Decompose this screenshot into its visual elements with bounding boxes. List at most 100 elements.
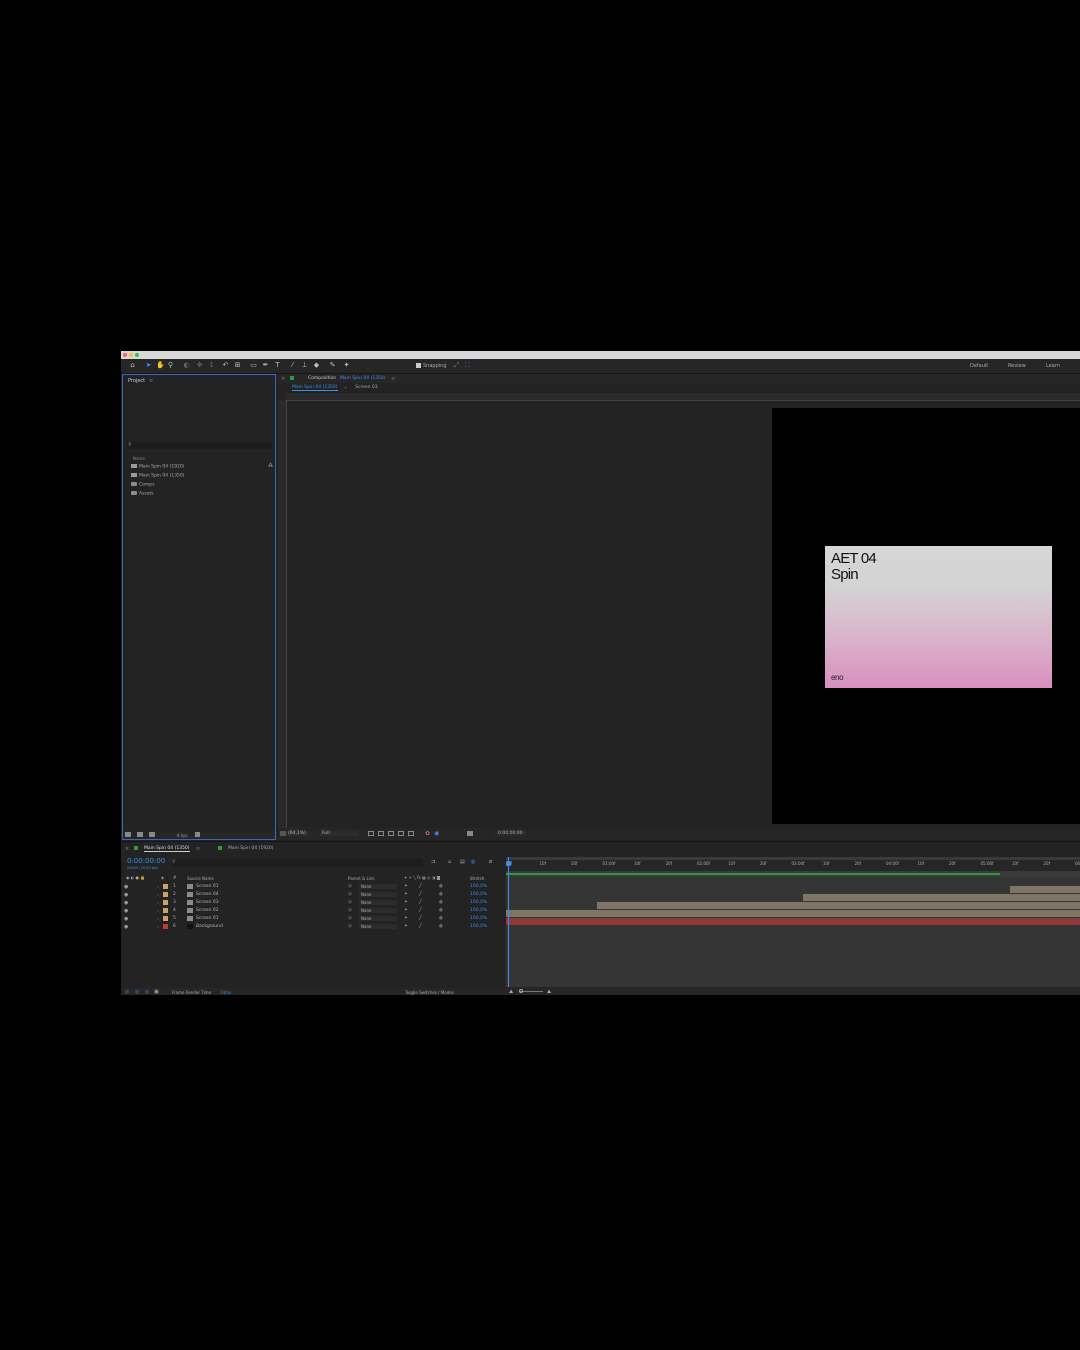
layer-row[interactable]: ◉ › 1 Screen 01 ◎ None ✦ ╱ ◍ 100,0% <box>121 883 506 891</box>
parent-dropdown[interactable]: None <box>359 924 397 929</box>
close-panel-icon[interactable]: × <box>125 846 129 852</box>
workspace-learn[interactable]: Learn <box>1046 363 1060 369</box>
trash-icon[interactable] <box>195 832 200 837</box>
toggle-switches-modes-button[interactable]: Toggle Switches / Modes <box>405 990 454 995</box>
zoom-slider-handle[interactable] <box>519 989 523 993</box>
new-composition-icon[interactable] <box>149 832 155 837</box>
tab-screen-03[interactable]: Screen 03 <box>355 385 378 390</box>
visibility-eye-icon[interactable]: ◉ <box>124 908 128 914</box>
rotate-tool-icon[interactable]: ↶ <box>222 362 229 369</box>
quality-switch-icon[interactable]: ╱ <box>419 916 422 921</box>
pick-whip-icon[interactable]: ◎ <box>348 884 352 889</box>
work-area-bar[interactable] <box>506 873 1000 875</box>
parent-dropdown[interactable]: None <box>359 908 397 913</box>
resolution-dropdown[interactable]: Full <box>320 831 358 836</box>
label-color-swatch[interactable] <box>163 916 168 921</box>
parent-link-header[interactable]: Parent & Link <box>348 876 375 881</box>
motion-blur-switch-icon[interactable]: ◍ <box>439 900 443 905</box>
stretch-value[interactable]: 100,0% <box>470 924 487 929</box>
visibility-eye-icon[interactable]: ◉ <box>124 924 128 930</box>
layer-name[interactable]: Screen 03 <box>196 900 219 905</box>
horizontal-ruler[interactable] <box>286 393 1080 401</box>
workspace-review[interactable]: Review <box>1008 363 1026 369</box>
pen-tool-icon[interactable]: ✒ <box>262 362 269 369</box>
quality-switch-icon[interactable]: ╱ <box>419 884 422 889</box>
timeline-tab-main-spin-1350[interactable]: Main Spin 04 (1350) <box>144 846 190 852</box>
expand-layer-icon[interactable]: › <box>157 916 159 921</box>
source-name-header[interactable]: Source Name <box>187 876 214 881</box>
stretch-header[interactable]: Stretch <box>470 876 484 881</box>
composition-name[interactable]: Main Spin 04 (1350) <box>340 376 386 381</box>
zoom-in-icon[interactable]: ⛰ <box>547 989 551 995</box>
project-folder-assets[interactable]: Assets <box>131 491 154 497</box>
magnification-dropdown[interactable]: (64,1%) <box>286 831 308 836</box>
playhead[interactable] <box>508 857 509 987</box>
pick-whip-icon[interactable]: ◎ <box>348 924 352 929</box>
stretch-value[interactable]: 100,0% <box>470 892 487 897</box>
visibility-eye-icon[interactable]: ◉ <box>124 892 128 898</box>
quality-switch-icon[interactable]: ╱ <box>419 892 422 897</box>
channel-icon[interactable] <box>408 831 414 836</box>
guides-icon[interactable] <box>398 831 404 836</box>
in-out-toggle-icon[interactable]: ◎ <box>145 989 149 995</box>
pick-whip-icon[interactable]: ◎ <box>348 900 352 905</box>
layer-bar[interactable] <box>506 910 1080 917</box>
composition-canvas[interactable]: AET 04 Spin eno <box>772 408 1080 824</box>
transfer-controls-toggle-icon[interactable]: ◎ <box>135 989 139 995</box>
transparency-grid-icon[interactable] <box>378 831 384 836</box>
vertical-ruler[interactable] <box>278 400 287 828</box>
viewer-timecode[interactable]: 0:00:00:00 <box>495 831 526 836</box>
expand-layer-icon[interactable]: › <box>157 908 159 913</box>
snapping-checkbox[interactable] <box>416 363 421 368</box>
workspace-default[interactable]: Default <box>970 363 988 369</box>
stretch-value[interactable]: 100,0% <box>470 884 487 889</box>
mask-visibility-icon[interactable] <box>388 831 394 836</box>
parent-dropdown[interactable]: None <box>359 900 397 905</box>
type-tool-icon[interactable]: T <box>274 362 281 369</box>
layer-bar[interactable] <box>1010 886 1080 893</box>
draft-3d-icon[interactable]: ⌂ <box>448 859 451 865</box>
parent-dropdown[interactable]: None <box>359 892 397 897</box>
motion-blur-switch-icon[interactable]: ◍ <box>439 916 443 921</box>
expand-layer-icon[interactable]: › <box>157 892 159 897</box>
timeline-tab-main-spin-1920[interactable]: Main Spin 04 (1920) <box>228 846 274 851</box>
new-folder-icon[interactable] <box>137 832 143 837</box>
layer-row[interactable]: ◉ › 4 Screen 02 ◎ None ✦ ╱ ◍ 100,0% <box>121 907 506 915</box>
pan-tool-icon[interactable]: ✥ <box>196 362 203 369</box>
background-layer-bar[interactable] <box>506 918 1080 925</box>
hand-tool-icon[interactable]: ✋ <box>156 362 165 369</box>
label-column-icon[interactable]: ◈ <box>161 875 164 880</box>
pick-whip-icon[interactable]: ◎ <box>348 916 352 921</box>
project-item[interactable]: Main Spin 04 (1350) <box>131 473 185 479</box>
layer-row[interactable]: ◉ › 2 Screen 04 ◎ None ✦ ╱ ◍ 100,0% <box>121 891 506 899</box>
shy-switch-icon[interactable]: ✦ <box>404 924 408 929</box>
tab-main-spin[interactable]: Main Spin 04 (1350) <box>292 385 338 391</box>
exposure-icon[interactable]: ◉ <box>434 830 439 837</box>
home-icon[interactable]: ⌂ <box>129 362 136 369</box>
pick-whip-icon[interactable]: ◎ <box>348 892 352 897</box>
layer-row[interactable]: ◉ › 5 Screen 01 ◎ None ✦ ╱ ◍ 100,0% <box>121 915 506 923</box>
panel-menu-icon[interactable]: ≡ <box>196 846 200 852</box>
parent-dropdown[interactable]: None <box>359 916 397 921</box>
comp-mini-flowchart-icon[interactable]: ⇉ <box>431 859 435 865</box>
timeline-zoom-slider[interactable] <box>519 989 543 993</box>
current-time-display[interactable]: 0:00:00:00 <box>127 857 165 865</box>
project-panel-title[interactable]: Project <box>128 378 145 384</box>
label-color-swatch[interactable] <box>163 892 168 897</box>
parent-dropdown[interactable]: None <box>359 884 397 889</box>
zoom-out-icon[interactable]: ⛰ <box>509 989 513 995</box>
anchor-point-tool-icon[interactable]: ⊞ <box>234 362 241 369</box>
quality-switch-icon[interactable]: ╱ <box>419 900 422 905</box>
project-search-input[interactable]: ⚲ <box>127 442 272 449</box>
expand-layer-icon[interactable]: › <box>157 900 159 905</box>
snapshot-camera-icon[interactable] <box>467 831 473 836</box>
project-folder-comps[interactable]: Comps <box>131 482 154 488</box>
shy-switch-icon[interactable]: ✦ <box>404 908 408 913</box>
label-color-swatch[interactable] <box>163 900 168 905</box>
timeline-search-input[interactable]: ⚲ <box>171 859 423 866</box>
stretch-value[interactable]: 100,0% <box>470 908 487 913</box>
pick-whip-icon[interactable]: ◎ <box>348 908 352 913</box>
region-of-interest-icon[interactable] <box>368 831 374 836</box>
navigator-bar[interactable] <box>506 857 1080 860</box>
layer-bar[interactable] <box>803 894 1080 901</box>
